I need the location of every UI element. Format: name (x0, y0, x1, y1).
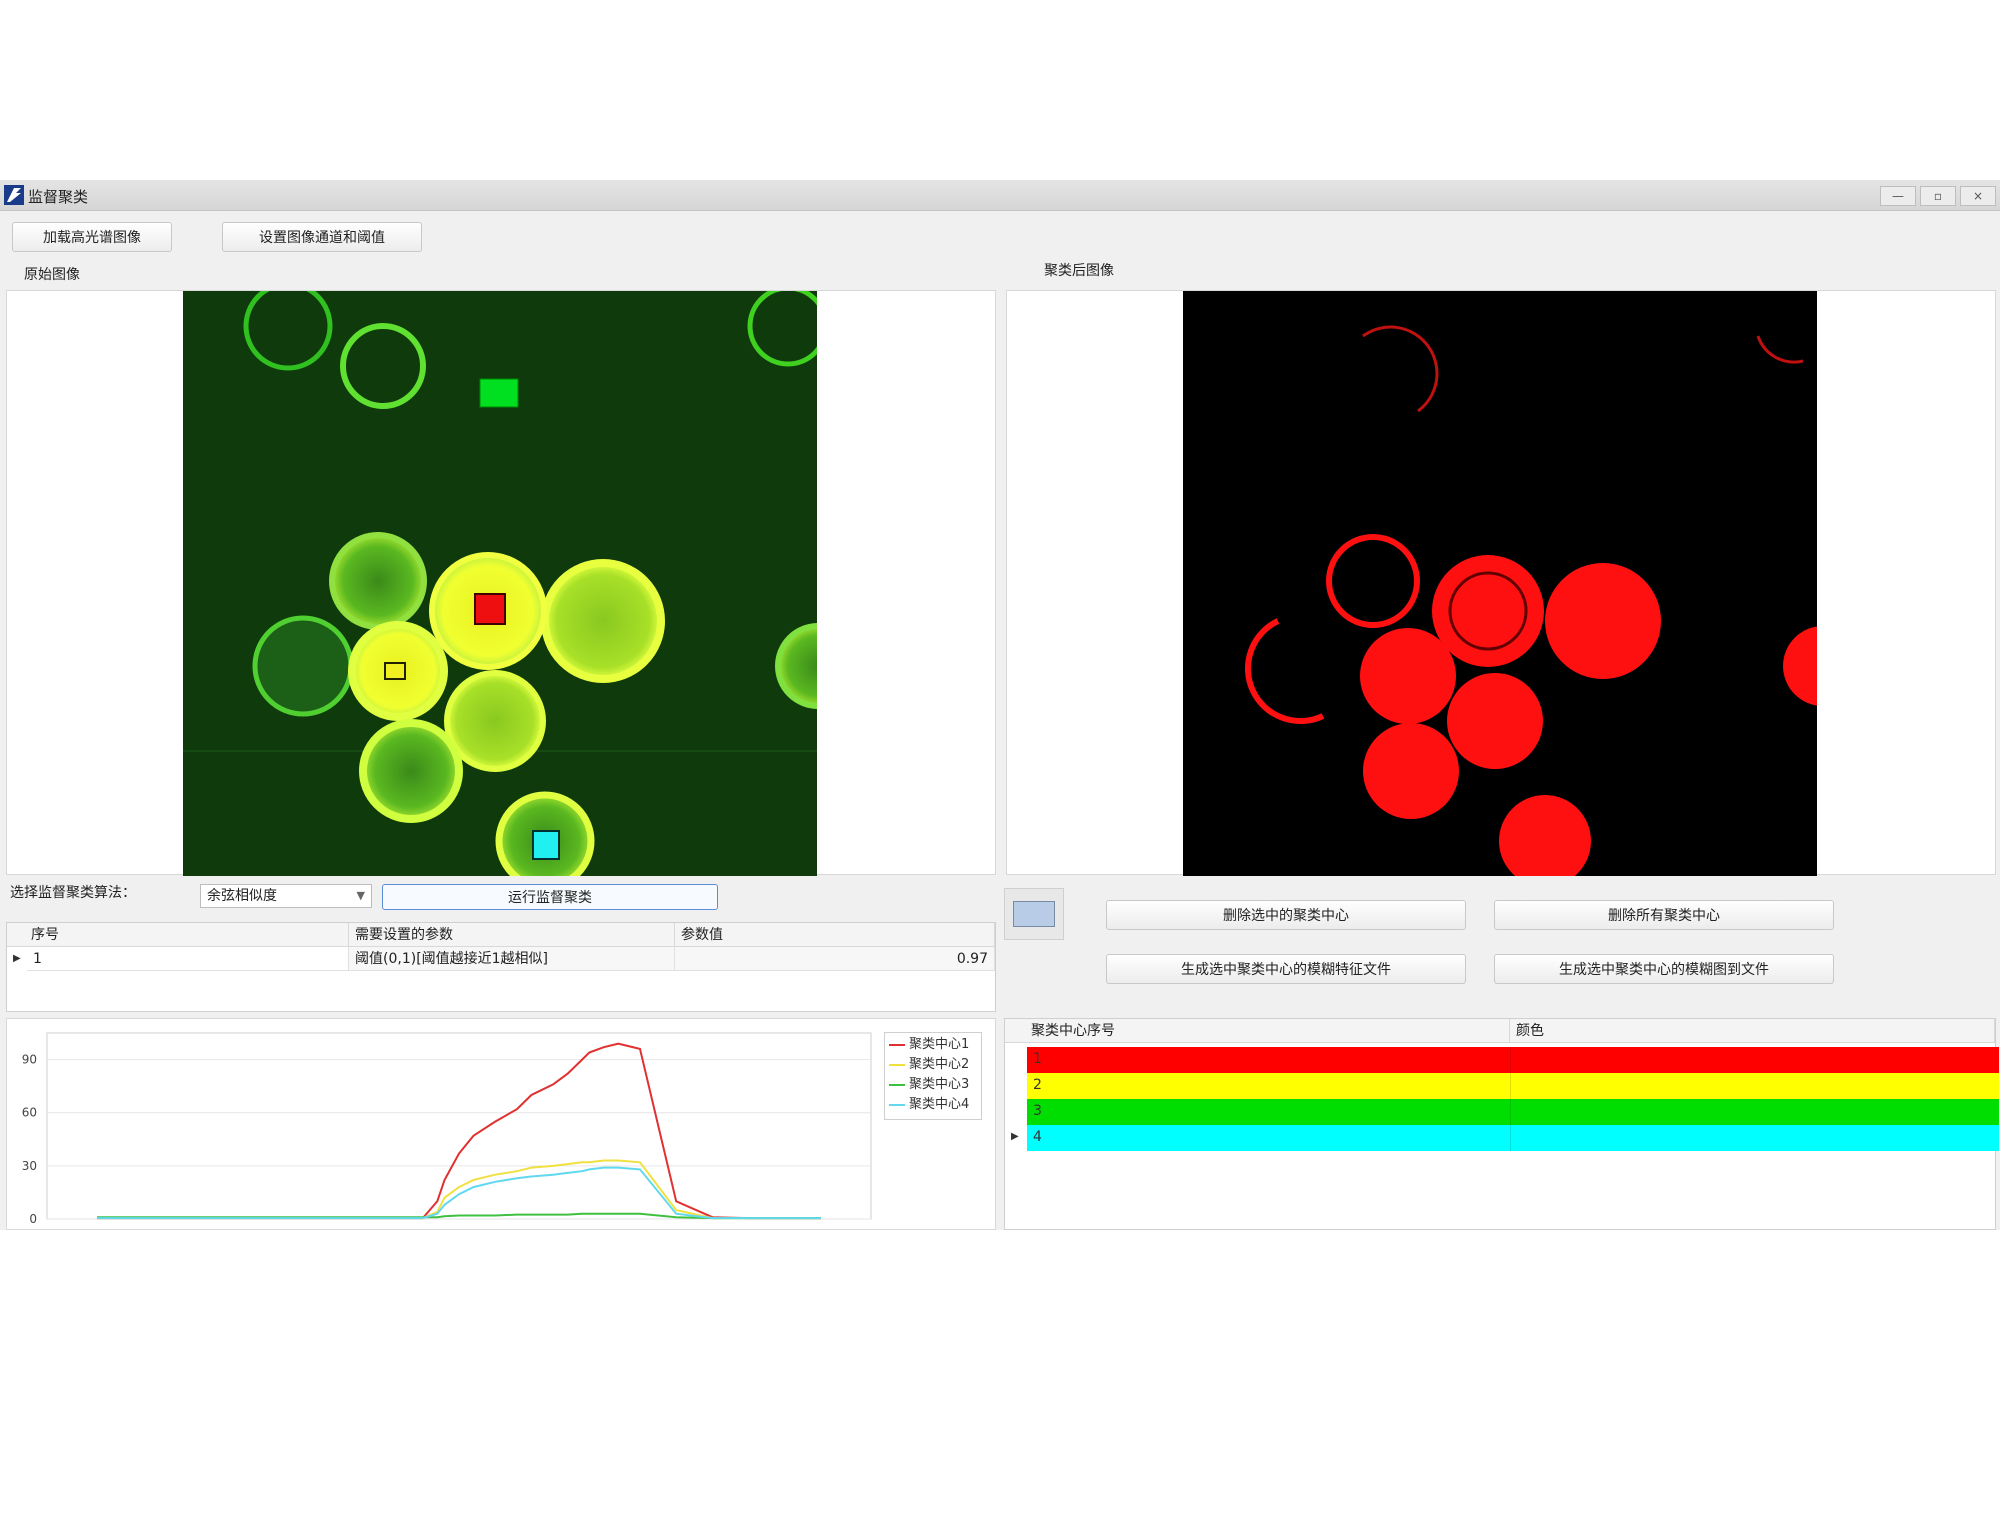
cluster-marker-3[interactable] (479, 378, 519, 408)
generate-image-file-button[interactable]: 生成选中聚类中心的模糊图到文件 (1494, 954, 1834, 984)
window-title: 监督聚类 (28, 188, 89, 206)
y-tick-label: 60 (22, 1106, 37, 1120)
restore-button[interactable]: ▫ (1920, 186, 1956, 206)
column-header: 颜色 (1510, 1019, 1995, 1043)
original-image-label: 原始图像 (24, 267, 80, 283)
row-indicator-icon: ▶ (13, 953, 21, 964)
generate-feature-file-button[interactable]: 生成选中聚类中心的模糊特征文件 (1106, 954, 1466, 984)
legend-item: 聚类中心1 (889, 1035, 969, 1055)
legend-item: 聚类中心3 (889, 1075, 969, 1095)
algorithm-selected-value: 余弦相似度 (207, 888, 277, 904)
column-header: 聚类中心序号 (1005, 1019, 1510, 1043)
title-bar: 监督聚类 — ▫ × (0, 180, 2000, 211)
cluster-center-table: 聚类中心序号 颜色 1 2 3 ▶ 4 (1004, 1018, 1999, 1230)
app-logo-icon (4, 185, 24, 205)
parameter-table: 序号 需要设置的参数 参数值 ▶ 1 阈值(0,1)[阈值越接近1越相似] 0.… (6, 922, 996, 1012)
cluster-marker-4[interactable] (532, 830, 560, 860)
column-header: 需要设置的参数 (349, 923, 675, 947)
spectrum-chart-panel: 0 30 60 90 (6, 1018, 996, 1230)
spectrum-chart: 0 30 60 90 (22, 1032, 872, 1226)
delete-selected-center-button[interactable]: 删除选中的聚类中心 (1106, 900, 1466, 930)
clustered-image (1183, 291, 1817, 876)
original-image-canvas (183, 291, 817, 876)
page-background (0, 1230, 2000, 1524)
clustered-image-panel (1006, 290, 1996, 876)
algorithm-select[interactable]: 余弦相似度 ▼ (200, 884, 372, 908)
row-index: 4 (1033, 1129, 1042, 1145)
clustered-image-label: 聚类后图像 (1044, 263, 1114, 279)
column-header: 序号 (7, 923, 349, 947)
table-cell[interactable]: 1 (27, 947, 349, 971)
legend-item: 聚类中心2 (889, 1055, 969, 1075)
table-row[interactable]: 3 (1027, 1099, 1999, 1125)
load-image-button[interactable]: 加载高光谱图像 (12, 222, 172, 252)
table-cell[interactable]: 阈值(0,1)[阈值越接近1越相似] (349, 947, 675, 971)
set-channel-threshold-button[interactable]: 设置图像通道和阈值 (222, 222, 422, 252)
y-tick-label: 90 (22, 1053, 37, 1067)
color-swatch-frame (1004, 888, 1064, 940)
original-image[interactable] (183, 291, 817, 876)
clustered-image-canvas (1183, 291, 1817, 876)
cluster-marker-2[interactable] (384, 662, 406, 680)
algorithm-label: 选择监督聚类算法： (10, 885, 136, 901)
table-row[interactable]: 4 (1027, 1125, 1999, 1151)
color-swatch[interactable] (1013, 901, 1055, 927)
chevron-down-icon: ▼ (356, 889, 365, 902)
run-clustering-button[interactable]: 运行监督聚类 (382, 884, 718, 910)
column-header: 参数值 (675, 923, 995, 947)
row-index: 2 (1033, 1077, 1042, 1093)
minimize-button[interactable]: — (1880, 186, 1916, 206)
original-image-panel (6, 290, 996, 876)
y-tick-label: 0 (29, 1212, 37, 1226)
row-index: 3 (1033, 1103, 1042, 1119)
table-row[interactable]: 2 (1027, 1073, 1999, 1099)
delete-all-centers-button[interactable]: 删除所有聚类中心 (1494, 900, 1834, 930)
y-tick-label: 30 (22, 1159, 37, 1173)
close-button[interactable]: × (1960, 186, 1996, 206)
row-index: 1 (1033, 1051, 1042, 1067)
legend-item: 聚类中心4 (889, 1095, 969, 1115)
row-indicator-icon: ▶ (1011, 1131, 1019, 1142)
table-cell[interactable]: 0.97 (675, 947, 995, 971)
cluster-marker-1[interactable] (474, 593, 506, 625)
chart-legend: 聚类中心1 聚类中心2 聚类中心3 聚类中心4 (884, 1032, 982, 1120)
table-row[interactable]: 1 (1027, 1047, 1999, 1073)
